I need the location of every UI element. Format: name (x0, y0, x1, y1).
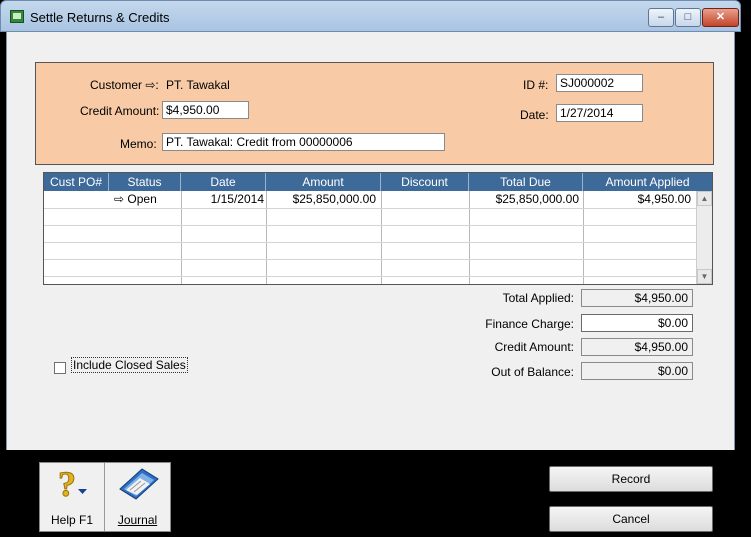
finance-charge-field[interactable]: $0.00 (581, 314, 693, 332)
cell-total-due: $25,850,000.00 (495, 192, 579, 206)
col-discount[interactable]: Discount (381, 173, 469, 191)
cancel-button[interactable]: Cancel (549, 506, 713, 532)
journal-button[interactable]: Journal (105, 463, 170, 531)
cell-status[interactable]: ⇨ Open (112, 191, 181, 208)
out-of-balance-label: Out of Balance: (491, 365, 574, 379)
toolbar: ? Help F1 Journal (39, 462, 171, 532)
row-line (44, 225, 696, 226)
status-text: Open (127, 192, 157, 206)
cell-date: 1/15/2014 (210, 192, 264, 206)
help-icon: ? (54, 464, 92, 505)
maximize-icon: □ (684, 11, 692, 23)
journal-label: Journal (117, 513, 158, 527)
memo-field[interactable]: PT. Tawakal: Credit from 00000006 (162, 133, 445, 151)
grid-header: Cust PO# Status Date Amount Discount Tot… (44, 173, 712, 191)
col-amount-applied[interactable]: Amount Applied (583, 173, 712, 191)
out-of-balance-value: $0.00 (581, 362, 693, 380)
table-row[interactable]: ⇨ Open 1/15/2014 $25,850,000.00 $25,850,… (44, 191, 696, 208)
col-total-due[interactable]: Total Due (469, 173, 583, 191)
credit-amount-total-value: $4,950.00 (581, 338, 693, 356)
cell-amount-applied[interactable]: $4,950.00 (583, 191, 691, 208)
credit-amount-label: Credit Amount: (80, 104, 160, 118)
col-status[interactable]: Status (109, 173, 181, 191)
journal-icon (116, 467, 160, 504)
scroll-up-button[interactable]: ▲ (697, 191, 712, 206)
help-label: Help F1 (50, 513, 94, 527)
col-amount[interactable]: Amount (266, 173, 381, 191)
svg-text:?: ? (58, 465, 76, 501)
app-icon (10, 10, 24, 23)
customer-label: Customer ⇨: (90, 78, 159, 92)
date-label: Date: (520, 108, 549, 122)
finance-charge-label: Finance Charge: (485, 317, 574, 331)
include-closed-sales-checkbox[interactable] (54, 362, 66, 374)
total-applied-label: Total Applied: (502, 291, 574, 305)
maximize-button[interactable]: □ (675, 8, 701, 27)
memo-label: Memo: (120, 137, 157, 151)
col-date[interactable]: Date (181, 173, 266, 191)
close-icon: ✕ (715, 11, 726, 23)
date-field[interactable]: 1/27/2014 (556, 104, 643, 122)
scroll-down-button[interactable]: ▼ (697, 269, 712, 284)
arrow-right-icon[interactable]: ⇨ (145, 78, 155, 92)
arrow-right-icon: ⇨ (114, 192, 125, 206)
cell-discount (381, 191, 467, 208)
scroll-up-icon: ▲ (700, 194, 709, 203)
help-button[interactable]: ? Help F1 (40, 463, 105, 531)
title-bar[interactable]: Settle Returns & Credits ‒ □ ✕ (0, 0, 741, 32)
row-line (44, 276, 696, 277)
invoice-grid: Cust PO# Status Date Amount Discount Tot… (43, 172, 713, 285)
id-field[interactable]: SJ000002 (556, 74, 643, 92)
minimize-icon: ‒ (657, 11, 665, 23)
settle-returns-window: Settle Returns & Credits ‒ □ ✕ Customer … (0, 0, 751, 537)
include-closed-sales-label[interactable]: Include Closed Sales (71, 357, 188, 373)
col-cust-po[interactable]: Cust PO# (44, 173, 109, 191)
id-label: ID #: (523, 78, 549, 92)
total-applied-value: $4,950.00 (581, 289, 693, 307)
scroll-down-icon: ▼ (700, 272, 709, 281)
minimize-button[interactable]: ‒ (648, 8, 674, 27)
record-button[interactable]: Record (549, 466, 713, 492)
credit-amount-field[interactable]: $4,950.00 (162, 101, 249, 119)
customer-value: PT. Tawakal (166, 78, 230, 92)
close-button[interactable]: ✕ (702, 8, 739, 27)
row-line (44, 208, 696, 209)
credit-amount-total-label: Credit Amount: (494, 340, 574, 354)
window-title: Settle Returns & Credits (30, 10, 170, 25)
cell-cust-po (44, 191, 109, 208)
row-line (44, 259, 696, 260)
row-line (44, 242, 696, 243)
cell-amount: $25,850,000.00 (292, 192, 376, 206)
grid-scrollbar[interactable]: ▲ ▼ (696, 191, 712, 284)
